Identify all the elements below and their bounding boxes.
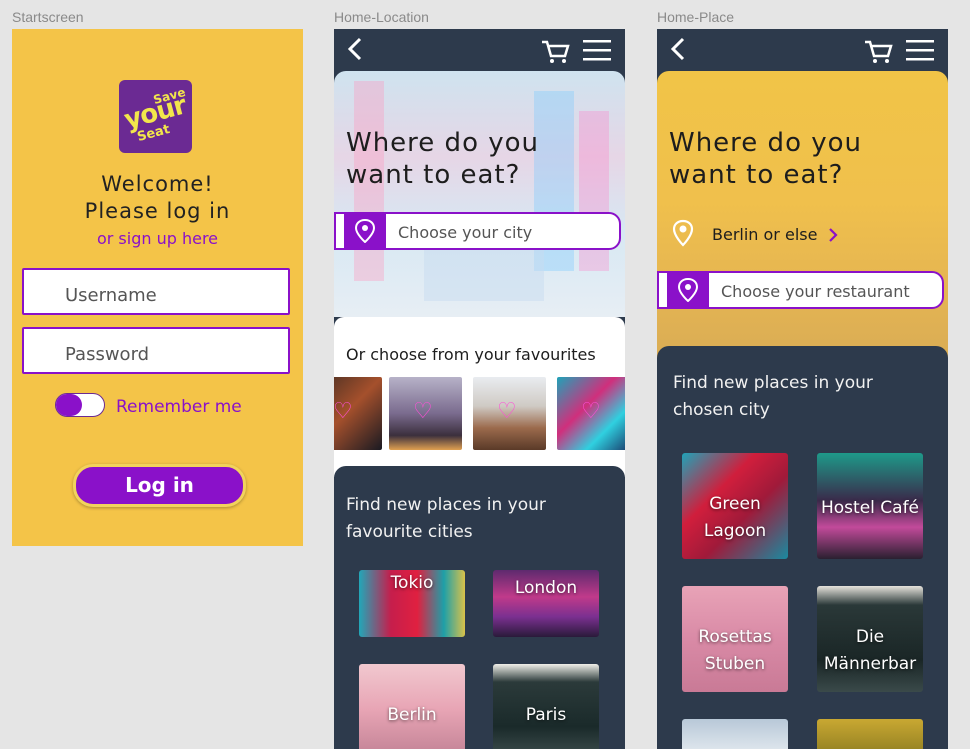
city-tile-label: Berlin xyxy=(387,705,437,725)
cart-icon[interactable] xyxy=(540,38,570,64)
signup-link[interactable]: or sign up here xyxy=(12,229,303,248)
frame-label-home-place: Home-Place xyxy=(657,9,735,25)
favourite-thumbnail[interactable]: ♡ xyxy=(334,377,382,450)
place-tile[interactable] xyxy=(682,719,788,749)
startscreen: Save your Seat Welcome! Please log in or… xyxy=(12,29,303,546)
heart-icon: ♡ xyxy=(413,399,433,424)
favourite-thumbnail[interactable]: ♡ xyxy=(473,377,546,450)
city-tile-label: London xyxy=(514,578,578,598)
place-hero-image xyxy=(657,71,948,361)
city-tile-label: Tokio xyxy=(390,573,434,593)
city-tile-tokio[interactable]: Tokio xyxy=(359,570,465,637)
top-bar xyxy=(334,29,625,71)
location-pin-icon xyxy=(678,278,698,302)
place-tile-label-line2: Stuben xyxy=(704,654,766,674)
city-tile-label: Paris xyxy=(525,705,567,725)
password-field[interactable]: Password xyxy=(22,327,290,374)
hero-title-line1: Where do you xyxy=(346,128,540,158)
favourite-thumbnail[interactable]: ♡ xyxy=(557,377,625,450)
place-tile-label-line1: Die xyxy=(855,627,885,647)
find-places-panel: Find new places in your chosen city Gree… xyxy=(657,346,948,749)
favourites-title: Or choose from your favourites xyxy=(346,345,596,364)
frame-label-startscreen: Startscreen xyxy=(12,9,84,25)
heart-icon: ♡ xyxy=(497,399,517,424)
place-tile-die-maennerbar[interactable]: Die Männerbar xyxy=(817,586,923,692)
login-heading: Please log in xyxy=(84,199,231,223)
place-tile-green-lagoon[interactable]: Green Lagoon xyxy=(682,453,788,559)
city-search-placeholder: Choose your city xyxy=(398,223,533,242)
hero-title: Where do you want to eat? xyxy=(346,127,539,191)
hamburger-menu-icon[interactable] xyxy=(906,39,934,61)
username-field[interactable]: Username xyxy=(22,268,290,315)
login-button[interactable]: Log in xyxy=(73,464,246,507)
place-tile-label-line1: Rosettas xyxy=(698,627,772,647)
hero-title: Where do you want to eat? xyxy=(669,127,862,191)
username-placeholder: Username xyxy=(65,285,157,306)
restaurant-search-input[interactable]: Choose your restaurant xyxy=(657,271,944,309)
welcome-heading: Welcome! xyxy=(101,172,214,196)
heart-icon: ♡ xyxy=(581,399,601,424)
place-tile-label-line1: Hostel Café xyxy=(820,498,920,518)
frame-label-home-location: Home-Location xyxy=(334,9,429,25)
chevron-right-icon[interactable] xyxy=(827,227,839,243)
location-pin-icon xyxy=(672,219,694,247)
heart-icon: ♡ xyxy=(334,399,353,424)
find-places-line1: Find new places in your xyxy=(346,495,546,515)
find-places-panel: Find new places in your favourite cities… xyxy=(334,466,625,749)
hero-title-line2: want to eat? xyxy=(346,160,521,190)
place-tile-rosettas-stuben[interactable]: Rosettas Stuben xyxy=(682,586,788,692)
remember-me-toggle[interactable] xyxy=(55,393,105,417)
place-tile-label-line2: Lagoon xyxy=(703,521,767,541)
cart-icon[interactable] xyxy=(863,38,893,64)
find-places-line2: favourite cities xyxy=(346,522,473,542)
city-tile-london[interactable]: London xyxy=(493,570,599,637)
place-tile[interactable] xyxy=(817,719,923,749)
app-logo: Save your Seat xyxy=(119,80,192,153)
favourites-panel: Or choose from your favourites ♡ ♡ ♡ ♡ xyxy=(334,317,625,477)
city-search-input[interactable]: Choose your city xyxy=(334,212,621,250)
place-tile-hostel-cafe[interactable]: Hostel Café xyxy=(817,453,923,559)
hamburger-menu-icon[interactable] xyxy=(583,39,611,61)
home-location-screen: Where do you want to eat? Choose your ci… xyxy=(334,29,625,749)
toggle-knob xyxy=(56,394,82,416)
find-places-title: Find new places in your favourite cities xyxy=(346,492,576,546)
current-location-text[interactable]: Berlin or else xyxy=(712,225,817,244)
favourite-thumbnail[interactable]: ♡ xyxy=(389,377,462,450)
city-tile-paris[interactable]: Paris xyxy=(493,664,599,749)
find-places-title: Find new places in your chosen city xyxy=(673,370,903,424)
location-pin-icon xyxy=(355,219,375,243)
find-places-line2: chosen city xyxy=(673,400,770,420)
top-bar xyxy=(657,29,948,71)
remember-me-label: Remember me xyxy=(116,397,242,417)
back-arrow-icon[interactable] xyxy=(667,37,691,61)
city-hero-image xyxy=(334,71,625,317)
password-placeholder: Password xyxy=(65,344,150,365)
place-tile-label-line2: Männerbar xyxy=(823,654,917,674)
city-tile-berlin[interactable]: Berlin xyxy=(359,664,465,749)
hero-title-line2: want to eat? xyxy=(669,160,844,190)
location-pin-box xyxy=(344,214,386,248)
restaurant-search-placeholder: Choose your restaurant xyxy=(721,282,910,301)
hero-title-line1: Where do you xyxy=(669,128,863,158)
back-arrow-icon[interactable] xyxy=(344,37,368,61)
home-place-screen: Where do you want to eat? Berlin or else… xyxy=(657,29,948,749)
find-places-line1: Find new places in your xyxy=(673,373,873,393)
place-tile-label-line1: Green xyxy=(709,494,761,514)
location-pin-box xyxy=(667,273,709,307)
